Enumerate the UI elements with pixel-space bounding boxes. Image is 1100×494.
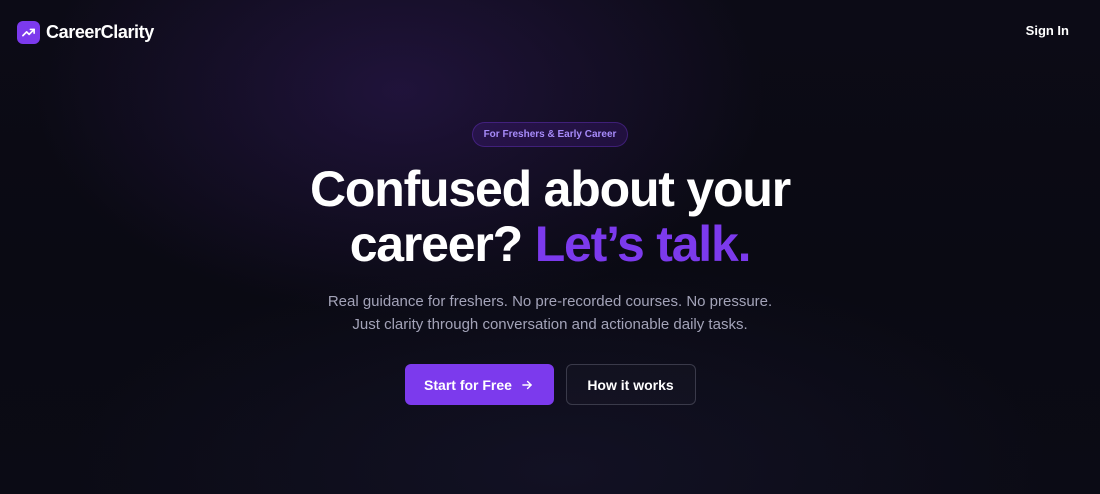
hero-section: For Freshers & Early Career Confused abo… [0,122,1100,405]
hero-subtext: Real guidance for freshers. No pre-recor… [0,290,1100,336]
headline-accent: Let’s talk. [534,216,752,272]
how-it-works-label: How it works [587,376,674,393]
landing-page: { "nav": { "brand_name": "CareerClarity"… [0,0,1100,494]
headline-line-1: Confused about your [310,161,791,217]
sign-in-link[interactable]: Sign In [1026,23,1069,38]
hero-headline: Confused about your career? Let’s talk. [0,162,1100,272]
arrow-right-icon [520,378,534,392]
start-for-free-label: Start for Free [424,376,512,393]
hero-actions: Start for Free How it works [0,364,1100,405]
brand-name: CareerClarity [46,21,154,42]
trending-up-icon [17,20,40,44]
audience-badge: For Freshers & Early Career [471,122,629,147]
how-it-works-button[interactable]: How it works [565,364,696,405]
subtext-line-2: Just clarity through conversation and ac… [352,316,748,333]
headline-line-2-plain: career? [349,216,523,272]
start-for-free-button[interactable]: Start for Free [404,364,554,405]
navbar: CareerClarity Sign In [0,0,1100,64]
brand-logo-link[interactable]: CareerClarity [17,20,154,44]
subtext-line-1: Real guidance for freshers. No pre-recor… [327,293,773,310]
